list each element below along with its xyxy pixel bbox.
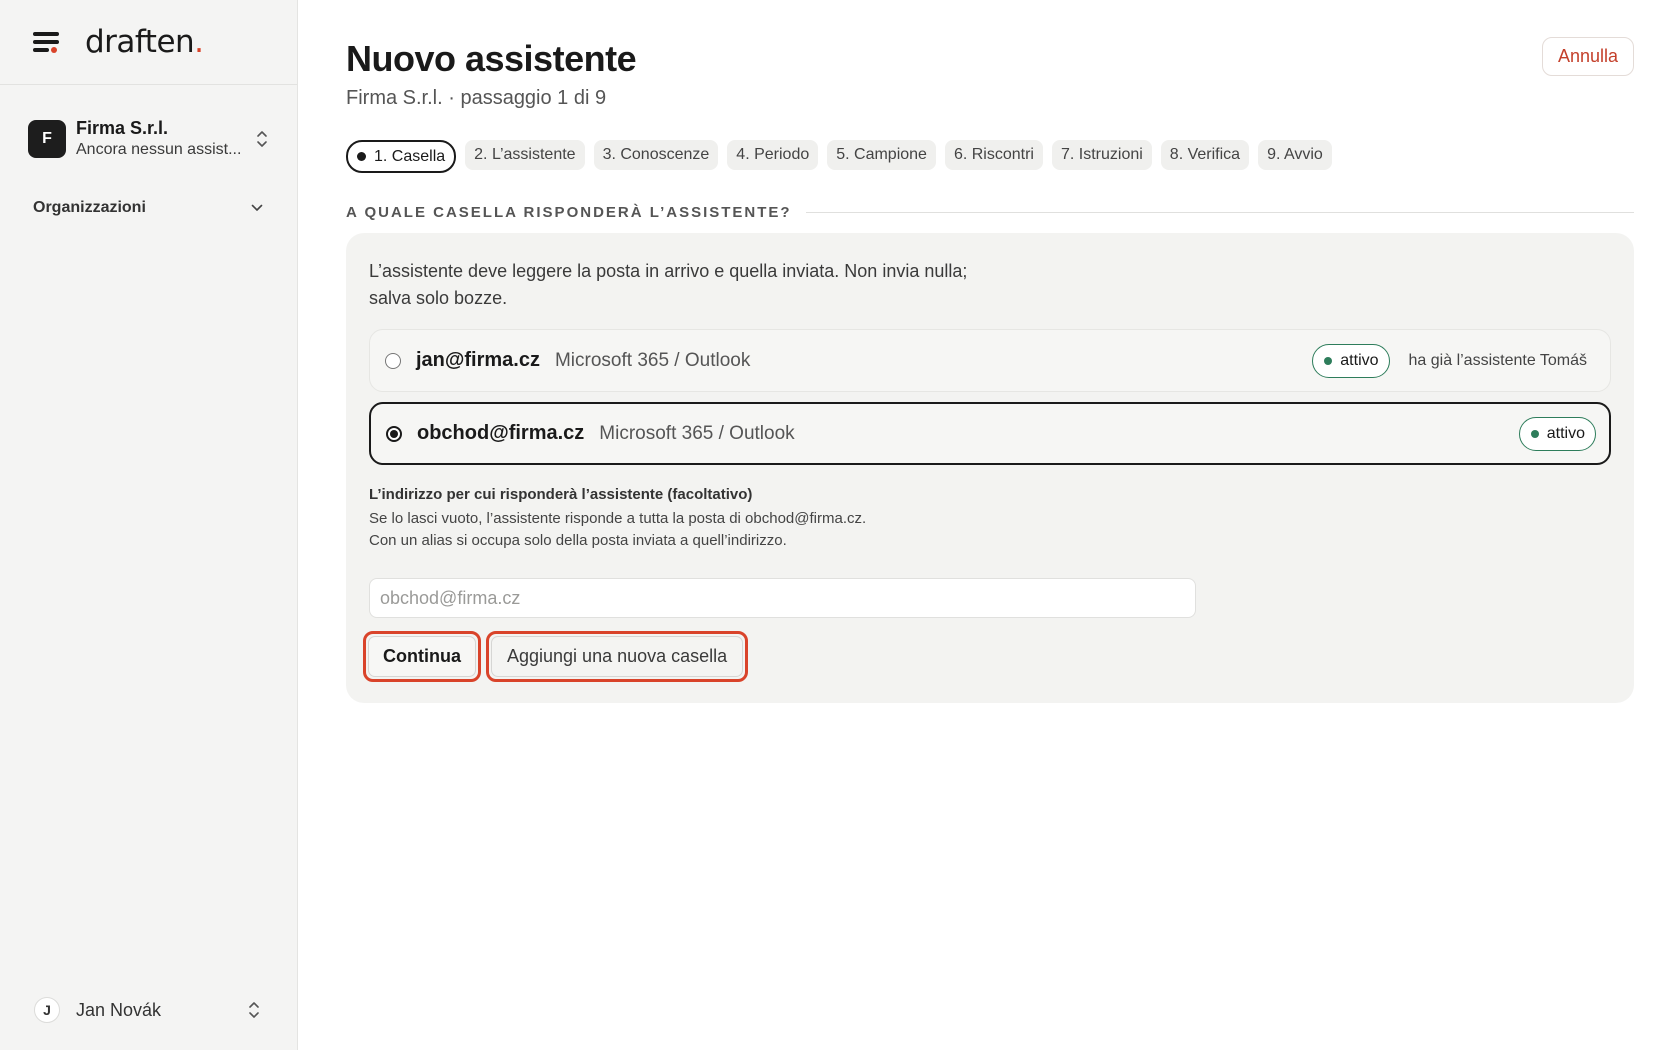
logo[interactable]: draften.	[85, 24, 204, 60]
status-dot-icon	[1324, 356, 1333, 365]
continue-button-highlight: Continua	[363, 631, 481, 682]
radio-button-selected[interactable]	[386, 425, 402, 442]
step-avvio[interactable]: 9. Avvio	[1258, 140, 1332, 170]
chevron-up-down-icon	[247, 1000, 261, 1020]
mailbox-card: L’assistente deve leggere la posta in ar…	[346, 233, 1634, 703]
org-avatar: F	[28, 120, 66, 158]
status-dot-icon	[1530, 429, 1539, 438]
card-intro-text: L’assistente deve leggere la posta in ar…	[369, 261, 968, 308]
menu-icon[interactable]	[33, 30, 61, 54]
mailbox-note: ha già l’assistente Tomáš	[1408, 351, 1587, 369]
alias-field-label: L’indirizzo per cui risponderà l’assiste…	[369, 486, 753, 503]
mailbox-email: obchod@firma.cz	[417, 422, 585, 444]
page-subtitle: Firma S.r.l. · passaggio 1 di 9	[346, 87, 607, 109]
chevron-down-icon	[251, 199, 263, 217]
alias-field-help: Se lo lasci vuoto, l’assistente risponde…	[369, 510, 867, 549]
add-mailbox-button[interactable]: Aggiungi una nuova casella	[491, 636, 744, 677]
alias-input[interactable]	[369, 578, 1196, 618]
org-name: Firma S.r.l.	[76, 118, 169, 138]
org-subtitle: Ancora nessun assist...	[76, 141, 242, 158]
mailbox-email: jan@firma.cz	[416, 349, 540, 371]
sidebar-section-organizations[interactable]: Organizzazioni	[0, 199, 297, 217]
add-mailbox-button-highlight: Aggiungi una nuova casella	[486, 631, 749, 682]
wizard-steps: 1. Casella 2. L’assistente 3. Conoscenze…	[346, 140, 1332, 173]
chevron-up-down-icon	[255, 129, 269, 149]
divider	[805, 212, 1634, 213]
step-riscontri[interactable]: 6. Riscontri	[944, 140, 1043, 170]
user-switcher[interactable]: J Jan Novák	[34, 996, 261, 1024]
user-name: Jan Novák	[76, 999, 162, 1020]
sidebar: draften. F Firma S.r.l. Ancora nessun as…	[0, 0, 298, 1050]
step-conoscenze[interactable]: 3. Conoscenze	[593, 140, 719, 170]
step-campione[interactable]: 5. Campione	[827, 140, 936, 170]
sidebar-header: draften.	[0, 0, 297, 85]
form-actions: Continua Aggiungi una nuova casella	[363, 631, 749, 682]
radio-button[interactable]	[385, 352, 401, 369]
mailbox-provider: Microsoft 365 / Outlook	[599, 422, 795, 444]
mailbox-option-jan[interactable]: jan@firma.cz Microsoft 365 / Outlook att…	[369, 329, 1611, 392]
cancel-button[interactable]: Annulla	[1541, 37, 1634, 76]
user-avatar: J	[34, 997, 60, 1023]
section-heading: A QUALE CASELLA RISPONDERÀ L’ASSISTENTE?	[346, 204, 1634, 221]
step-verifica[interactable]: 8. Verifica	[1160, 140, 1250, 170]
status-badge: attivo	[1312, 343, 1390, 378]
mailbox-provider: Microsoft 365 / Outlook	[554, 349, 751, 371]
step-istruzioni[interactable]: 7. Istruzioni	[1051, 140, 1152, 170]
step-periodo[interactable]: 4. Periodo	[727, 140, 819, 170]
page-title: Nuovo assistente	[346, 38, 637, 79]
sidebar-section-label: Organizzazioni	[33, 199, 146, 216]
status-badge: attivo	[1518, 416, 1596, 451]
step-casella[interactable]: 1. Casella	[346, 140, 457, 173]
active-step-dot-icon	[357, 152, 366, 161]
mailbox-option-obchod[interactable]: obchod@firma.cz Microsoft 365 / Outlook …	[369, 402, 1611, 465]
step-assistente[interactable]: 2. L’assistente	[465, 140, 585, 170]
organization-switcher[interactable]: F Firma S.r.l. Ancora nessun assist...	[0, 117, 297, 161]
continue-button[interactable]: Continua	[368, 636, 476, 677]
